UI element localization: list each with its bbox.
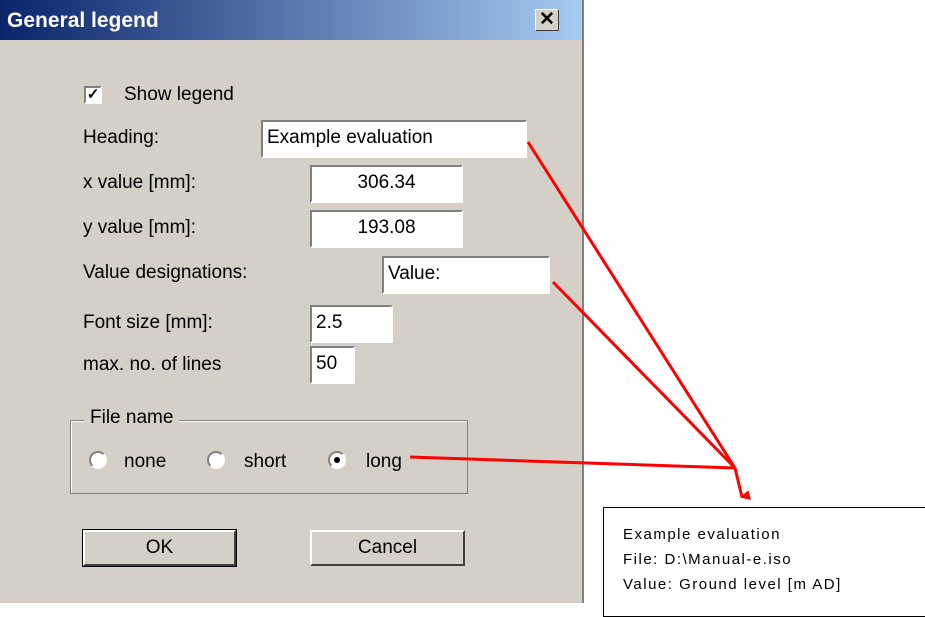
arrow-file-name	[409, 455, 736, 470]
arrow-heading	[526, 141, 737, 469]
arrow-to-legend	[733, 467, 751, 500]
legend-heading-line: Example evaluation	[623, 526, 781, 543]
legend-preview: Example evaluation File: D:\Manual-e.iso…	[603, 507, 925, 617]
legend-file-line: File: D:\Manual-e.iso	[623, 551, 793, 568]
legend-value-line: Value: Ground level [m AD]	[623, 576, 842, 593]
arrow-value-designation	[551, 280, 737, 470]
